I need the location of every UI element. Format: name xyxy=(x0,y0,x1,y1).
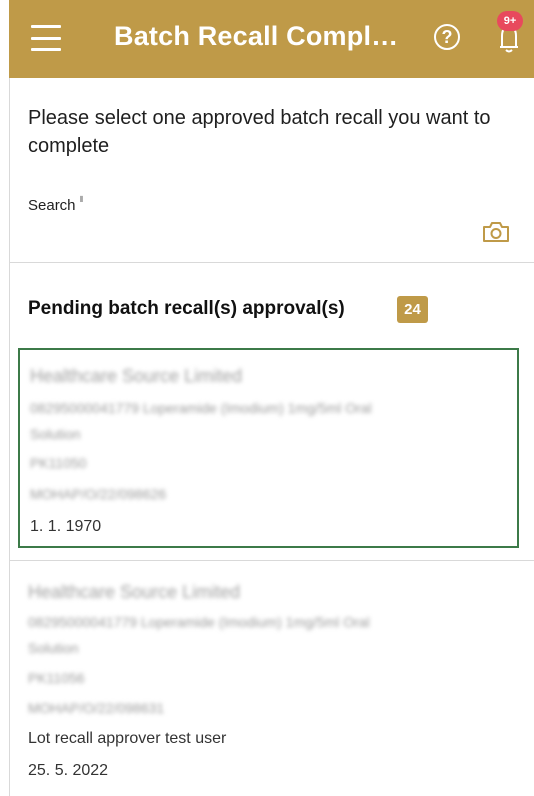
menu-icon-bar xyxy=(31,48,61,51)
item-product-cont: Solution xyxy=(30,426,81,442)
search-label: Search xyxy=(28,197,76,214)
left-edge-border xyxy=(9,78,10,796)
pending-count-badge: 24 xyxy=(397,296,428,323)
page-title: Batch Recall Compl… xyxy=(114,21,399,51)
menu-button[interactable] xyxy=(31,25,61,51)
left-edge xyxy=(0,0,9,796)
search-field[interactable]: Search ⦀ xyxy=(28,195,84,214)
list-divider xyxy=(9,560,534,561)
camera-button[interactable] xyxy=(481,220,511,244)
item-reference: MOHAP/O/22/098631 xyxy=(28,700,165,716)
item-batch: PK11056 xyxy=(28,670,85,686)
menu-icon-bar xyxy=(31,36,61,40)
app-header: Batch Recall Compl… ? xyxy=(9,0,534,78)
item-product-cont: Solution xyxy=(28,640,79,656)
section-title: Pending batch recall(s) approval(s) xyxy=(28,298,345,319)
item-reference: MOHAP/O/22/098626 xyxy=(30,486,167,502)
item-date: 25. 5. 2022 xyxy=(28,762,109,779)
item-batch: PK11050 xyxy=(30,455,87,471)
item-user: Lot recall approver test user xyxy=(28,730,227,747)
menu-icon-bar xyxy=(31,25,61,28)
item-product: 08295000041779 Loperamide (Imodium) 1mg/… xyxy=(28,614,370,630)
barcode-icon: ⦀ xyxy=(79,195,84,204)
camera-icon xyxy=(483,222,509,242)
recall-item[interactable]: Healthcare Source Limited 08295000041779… xyxy=(18,348,519,548)
item-company: Healthcare Source Limited xyxy=(28,582,241,602)
notification-badge: 9+ xyxy=(497,11,523,31)
recall-item[interactable]: Healthcare Source Limited 08295000041779… xyxy=(18,570,519,790)
help-icon[interactable]: ? xyxy=(434,24,460,50)
item-product: 08295000041779 Loperamide (Imodium) 1mg/… xyxy=(30,400,372,416)
instruction-text: Please select one approved batch recall … xyxy=(28,107,491,157)
item-company: Healthcare Source Limited xyxy=(30,366,243,386)
search-divider xyxy=(9,262,534,263)
item-date: 1. 1. 1970 xyxy=(30,518,102,535)
